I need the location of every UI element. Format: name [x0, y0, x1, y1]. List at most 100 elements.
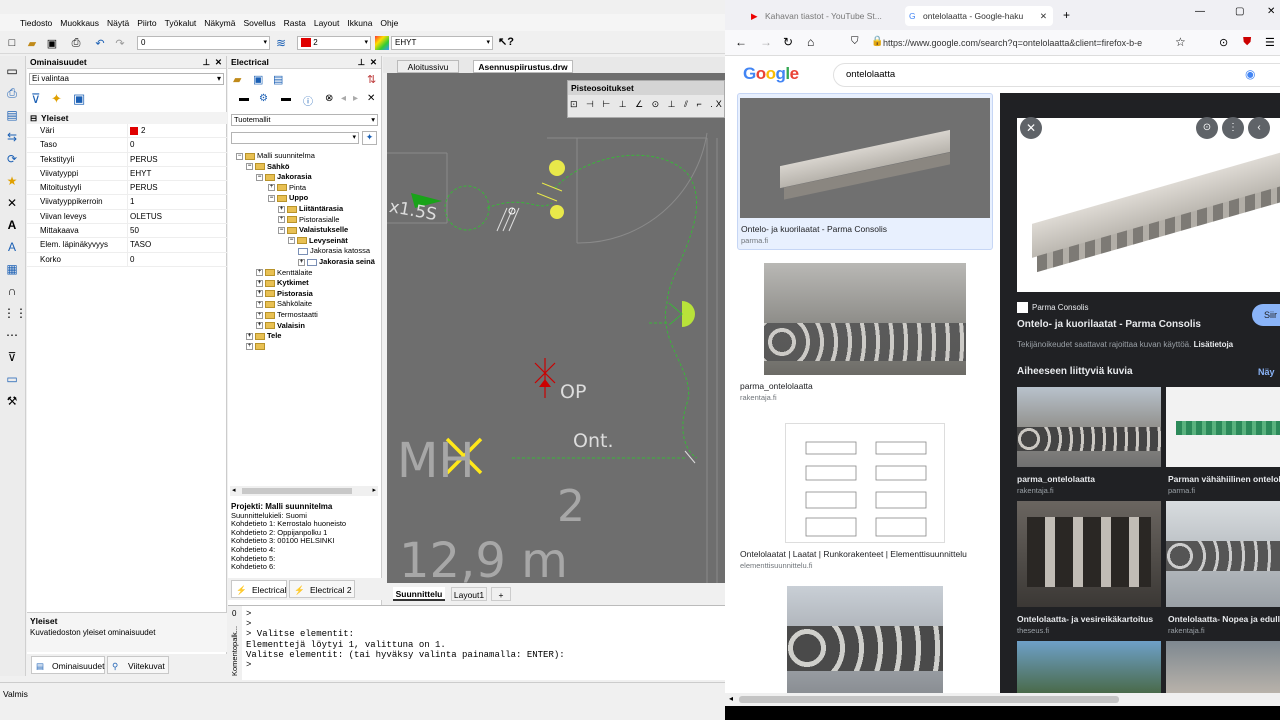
property-value[interactable]: 1 — [127, 195, 227, 209]
select-objects-icon[interactable]: ▣ — [73, 91, 85, 107]
tree-node[interactable]: + Pistorasialle — [278, 215, 339, 225]
expand-icon[interactable]: + — [256, 279, 263, 287]
tree-node[interactable]: − Uppo — [268, 193, 308, 203]
pin-icon[interactable]: ⊥ — [358, 56, 365, 69]
menu-item-draw[interactable]: Piirto — [137, 18, 156, 28]
property-row[interactable]: Mitoitustyyli PERUS — [27, 181, 227, 196]
shield-icon[interactable]: ⛉ — [851, 36, 859, 47]
tree-node[interactable]: + Valaisin — [256, 321, 305, 331]
reload-icon[interactable]: ↻ — [783, 35, 793, 49]
command-input[interactable]: > — [246, 660, 565, 670]
property-value[interactable]: PERUS — [127, 152, 227, 166]
collapse-icon[interactable]: − — [246, 163, 253, 171]
color-select[interactable]: 2 ▾ — [297, 36, 371, 50]
menu-item-tools[interactable]: Työkalut — [165, 18, 197, 28]
linetype-select[interactable]: EHYT ▾ — [391, 36, 493, 50]
browser-tab-youtube[interactable]: ▶ Kahavan tiastot - YouTube St... — [747, 6, 893, 26]
add-layout-button[interactable]: + — [491, 587, 511, 601]
tree-node[interactable]: + Tele — [246, 331, 281, 341]
tree-node[interactable]: + — [246, 342, 267, 352]
symbol-tool-icon[interactable]: ★ — [3, 172, 21, 190]
minimize-icon[interactable]: — — [1195, 6, 1205, 17]
menu-item-window[interactable]: Ikkuna — [347, 18, 372, 28]
layer-select[interactable]: 0 ▾ — [137, 36, 270, 50]
menu-item-file[interactable]: Tiedosto — [20, 18, 52, 28]
window-close-icon[interactable]: ✕ — [1267, 6, 1275, 17]
collapse-icon[interactable]: − — [268, 194, 275, 202]
select-tool-icon[interactable]: ▭ — [3, 62, 21, 80]
maximize-icon[interactable]: ▢ — [1235, 6, 1244, 17]
hatch-tool-icon[interactable]: ▦ — [3, 260, 21, 278]
image-result[interactable] — [737, 586, 993, 693]
tree-node[interactable]: + Pistorasia — [256, 289, 313, 299]
tree-node[interactable]: + Pinta — [268, 183, 306, 193]
property-value[interactable]: PERUS — [127, 181, 227, 195]
related-thumbnail[interactable] — [1166, 641, 1280, 693]
tree-node[interactable]: + Termostaatti — [256, 310, 318, 320]
print-icon[interactable]: ⎙ — [68, 35, 84, 51]
menu-item-help[interactable]: Ohje — [380, 18, 398, 28]
related-thumbnail[interactable] — [1166, 501, 1280, 607]
binoculars-icon[interactable]: ⊗ — [325, 93, 333, 104]
browser-tab-google[interactable]: Gontelolaatta - Google-haku ✕ — [905, 6, 1053, 26]
horizontal-scrollbar[interactable]: ◂ — [725, 693, 1280, 706]
search-icon[interactable]: ✦ — [362, 131, 377, 145]
tree-node[interactable]: + Kytkimet — [256, 278, 309, 288]
line-icon[interactable]: ▬ — [281, 93, 291, 104]
tree-node[interactable]: − Sähkö — [246, 162, 290, 172]
property-value[interactable]: OLETUS — [127, 209, 227, 224]
menu-item-views[interactable]: Näkymä — [204, 18, 235, 28]
expand-icon[interactable]: + — [246, 332, 253, 340]
more-info-link[interactable]: Lisätietoja — [1194, 340, 1234, 349]
close-preview-icon[interactable]: ✕ — [1020, 117, 1042, 139]
search-input[interactable]: ▾ — [231, 132, 359, 144]
property-value[interactable]: 0 — [127, 138, 227, 152]
image-result[interactable]: Ontelo- ja kuorilaatat - Parma Consolis … — [737, 93, 993, 250]
snap-tool-icon[interactable]: ⋯ — [3, 326, 21, 344]
tab-design[interactable]: Suunnittelu — [393, 587, 445, 601]
tab-electrical[interactable]: ⚡ Electrical — [231, 580, 287, 598]
tab-electrical-2[interactable]: ⚡ Electrical 2 — [289, 580, 355, 598]
model-filter-select[interactable]: Tuotemallit ▾ — [231, 114, 378, 126]
menu-item-application[interactable]: Sovellus — [243, 18, 275, 28]
tree-node[interactable]: − Jakorasia — [256, 172, 312, 182]
scroll-right-icon[interactable]: ▸ — [372, 486, 376, 494]
expand-icon[interactable]: + — [256, 300, 263, 308]
filter-icon[interactable]: ⊽ — [31, 91, 41, 107]
related-thumbnail[interactable] — [1017, 387, 1161, 467]
config-icon[interactable]: ⚙ — [259, 93, 268, 104]
property-value[interactable]: 0 — [127, 252, 227, 266]
tree-scrollbar[interactable]: ◂ ▸ — [230, 486, 378, 496]
property-value[interactable]: 50 — [127, 224, 227, 238]
close-icon[interactable]: ✕ — [370, 56, 377, 69]
sort-icon[interactable]: ⇅ — [367, 73, 376, 86]
text-edit-tool-icon[interactable]: A — [3, 238, 21, 256]
property-row[interactable]: Viivatyyppikerroin 1 — [27, 195, 227, 210]
bookmark-star-icon[interactable]: ☆ — [1175, 35, 1186, 49]
point-tool-icon[interactable]: ✕ — [3, 194, 21, 212]
image-result[interactable]: Ontelolaatat | Laatat | Runkorakenteet |… — [737, 423, 993, 573]
tab-start-page[interactable]: Aloitussivu — [397, 60, 459, 73]
move-tool-icon[interactable]: ⇆ — [3, 128, 21, 146]
visit-button[interactable]: Siir — [1252, 304, 1280, 326]
magnet-tool-icon[interactable]: ∩ — [3, 282, 21, 300]
property-value[interactable]: 2 — [127, 124, 227, 138]
preview-image[interactable] — [1017, 118, 1280, 292]
insert-icon[interactable]: ▬ — [239, 93, 249, 104]
selection-select[interactable]: Ei valintaa ▾ — [29, 73, 224, 85]
prev-icon[interactable]: ◂ — [341, 93, 346, 104]
scroll-left-icon[interactable]: ◂ — [729, 694, 733, 703]
rotate-tool-icon[interactable]: ⟳ — [3, 150, 21, 168]
property-row[interactable]: Taso 0 — [27, 138, 227, 153]
lens-icon[interactable]: ◉ — [1245, 67, 1255, 81]
scroll-thumb[interactable] — [242, 488, 352, 494]
snap-buttons[interactable]: ⊡ ⊣ ⊢ ⊥ ∠ ⊙ ⊥ ⫽ ⌐ .X ..X — [570, 99, 750, 115]
close-search-icon[interactable]: ✕ — [367, 93, 375, 104]
property-row[interactable]: Viivatyyppi EHYT — [27, 166, 227, 182]
tree-node[interactable]: + Liitäntärasia — [278, 204, 343, 214]
redo-icon[interactable]: ↷ — [112, 35, 128, 51]
tab-drawing-file[interactable]: Asennuspiirustus.drw — [473, 60, 573, 73]
pin-icon[interactable]: ⊥ — [203, 56, 210, 69]
see-more-link[interactable]: Näy — [1258, 367, 1275, 377]
previous-image-icon[interactable]: ‹ — [1248, 117, 1270, 139]
